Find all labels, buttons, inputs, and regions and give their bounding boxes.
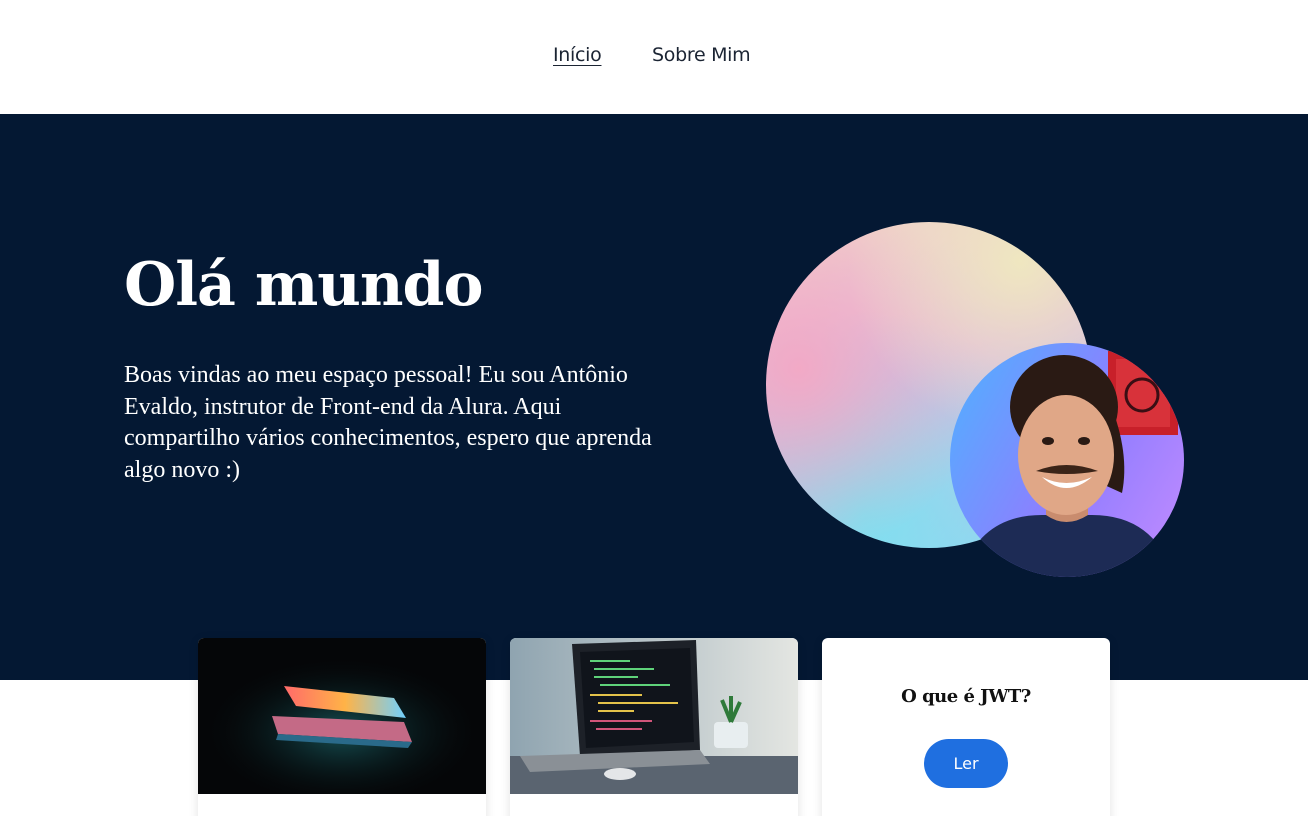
profile-photo-icon <box>960 351 1178 577</box>
article-card[interactable]: O que é JWT? Ler <box>822 638 1110 816</box>
top-nav: Início Sobre Mim <box>0 0 1308 114</box>
read-button[interactable]: Ler <box>924 739 1008 788</box>
nav-link-home[interactable]: Início <box>553 44 602 66</box>
hero-description: Boas vindas ao meu espaço pessoal! Eu so… <box>124 362 652 483</box>
avatar <box>950 343 1184 577</box>
article-card[interactable] <box>510 638 798 816</box>
nav-link-about[interactable]: Sobre Mim <box>652 44 751 66</box>
laptop-glow-photo-icon <box>198 638 486 794</box>
laptop-code-photo-icon <box>510 638 798 794</box>
hero-title: Olá mundo <box>124 250 484 320</box>
card-title: O que é JWT? <box>901 686 1031 707</box>
article-card[interactable] <box>198 638 486 816</box>
hero-section: Olá mundo Boas vindas ao meu espaço pess… <box>0 114 1308 680</box>
page: Início Sobre Mim Olá mundo Boas vindas a… <box>0 0 1308 816</box>
